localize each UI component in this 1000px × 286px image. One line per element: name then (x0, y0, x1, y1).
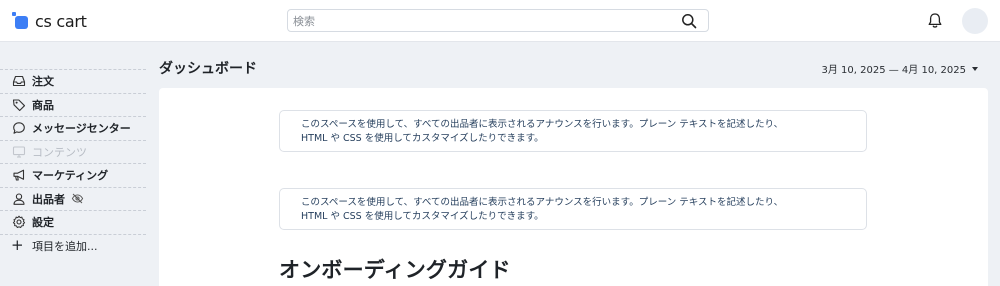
sidebar-item-content: コンテンツ (0, 139, 146, 164)
sidebar: 注文 商品 メッセージセンター コンテンツ マーケティング 出品者 設定 + 項… (0, 42, 146, 286)
top-bar: cs cart (0, 0, 1000, 42)
announcement-text-line: HTML や CSS を使用してカスタマイズしたりできます。 (301, 211, 544, 222)
dashboard-panel: このスペースを使用して、すべての出品者に表示されるアナウンスを行います。プレーン… (159, 88, 988, 286)
sidebar-item-products[interactable]: 商品 (0, 92, 146, 117)
megaphone-icon (11, 168, 26, 183)
sidebar-item-marketing[interactable]: マーケティング (0, 163, 146, 187)
announcement-text-line: このスペースを使用して、すべての出品者に表示されるアナウンスを行います。プレーン… (301, 119, 784, 130)
add-item-button[interactable]: + 項目を追加... (0, 233, 146, 258)
onboarding-guide-title: オンボーディングガイド (279, 258, 511, 282)
sidebar-item-label: マーケティング (32, 169, 109, 183)
avatar[interactable] (962, 8, 988, 34)
logo-mark-icon (12, 12, 30, 30)
eye-off-icon[interactable] (71, 192, 84, 205)
logo[interactable]: cs cart (12, 11, 87, 31)
date-range-picker[interactable]: 3月 10, 2025 — 4月 10, 2025 (821, 61, 978, 76)
sidebar-item-label: コンテンツ (32, 145, 87, 159)
sidebar-item-orders[interactable]: 注文 (0, 69, 146, 93)
sidebar-item-label: 商品 (32, 98, 54, 112)
monitor-icon (11, 144, 26, 159)
sidebar-item-settings[interactable]: 設定 (0, 210, 146, 234)
caret-down-icon (972, 66, 978, 71)
sidebar-item-label: メッセージセンター (32, 122, 131, 136)
chat-bubble-icon (11, 121, 26, 136)
sidebar-item-vendors[interactable]: 出品者 (0, 186, 146, 211)
logo-text: cs cart (35, 11, 87, 31)
announcement-text-line: このスペースを使用して、すべての出品者に表示されるアナウンスを行います。プレーン… (301, 197, 784, 208)
sidebar-item-label: 注文 (32, 75, 54, 89)
add-item-label: 項目を追加... (32, 239, 98, 253)
tag-icon (11, 97, 26, 112)
search-icon[interactable] (681, 13, 697, 29)
inbox-icon (11, 74, 26, 89)
sidebar-nav: 注文 商品 メッセージセンター コンテンツ マーケティング 出品者 設定 + 項… (0, 69, 146, 257)
sidebar-item-message-center[interactable]: メッセージセンター (0, 116, 146, 140)
plus-icon: + (11, 236, 24, 255)
date-range-label: 3月 10, 2025 — 4月 10, 2025 (821, 65, 966, 76)
search-input[interactable] (288, 11, 668, 32)
announcement-text-line: HTML や CSS を使用してカスタマイズしたりできます。 (301, 133, 544, 144)
search-box[interactable] (287, 9, 709, 32)
gear-icon (11, 215, 26, 230)
announcement-box: このスペースを使用して、すべての出品者に表示されるアナウンスを行います。プレーン… (279, 110, 867, 152)
sidebar-item-label: 出品者 (32, 192, 65, 206)
announcement-box: このスペースを使用して、すべての出品者に表示されるアナウンスを行います。プレーン… (279, 188, 867, 230)
page-title: ダッシュボード (159, 61, 257, 77)
bell-icon[interactable] (927, 12, 943, 29)
sidebar-item-label: 設定 (32, 216, 54, 230)
user-icon (11, 191, 26, 206)
